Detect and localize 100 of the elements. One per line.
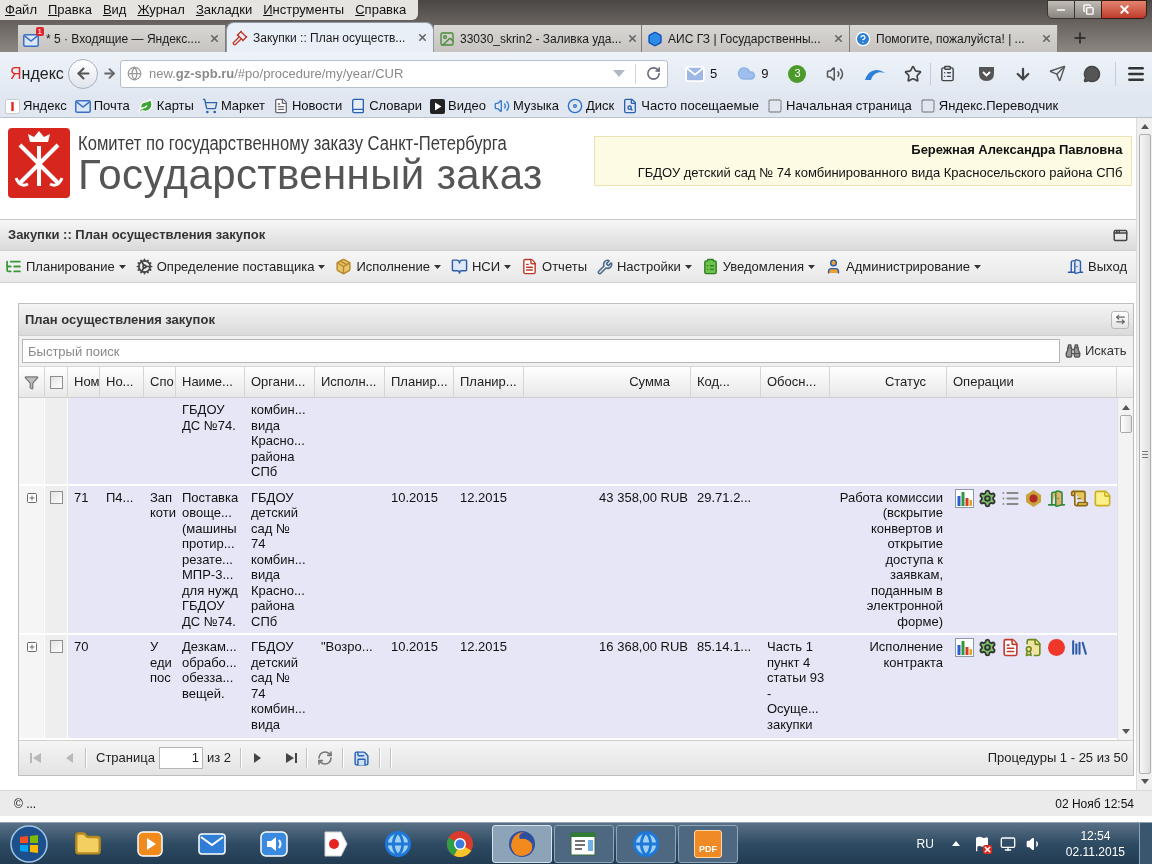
close-icon[interactable]: [833, 33, 844, 44]
next-page-icon[interactable]: [251, 752, 263, 764]
browser-tab[interactable]: 1 * 5 · Входящие — Яндекс....: [18, 25, 226, 52]
flag-icon[interactable]: [973, 835, 990, 852]
taskbar-app[interactable]: [554, 824, 614, 863]
column-header[interactable]: Обосн...: [761, 367, 830, 397]
refresh-button[interactable]: [1111, 310, 1129, 329]
scrollbar[interactable]: [1117, 398, 1133, 740]
network-icon[interactable]: [999, 835, 1016, 852]
exit-button[interactable]: Выход: [1067, 256, 1127, 277]
menu-item[interactable]: Вид: [102, 2, 127, 18]
scroll-up-icon[interactable]: [1121, 405, 1130, 410]
menu-item[interactable]: Журнал: [137, 2, 185, 18]
door-icon[interactable]: [1047, 488, 1066, 508]
bookmark[interactable]: Яндекс.Переводчик: [919, 96, 1059, 116]
menu-button[interactable]: Уведомления: [701, 256, 816, 277]
language-indicator[interactable]: RU: [916, 834, 934, 853]
books-icon[interactable]: [1070, 638, 1089, 657]
column-header[interactable]: Код...: [691, 367, 761, 397]
bookmark[interactable]: Маркет: [201, 96, 265, 116]
checkbox[interactable]: [49, 490, 63, 504]
chat-icon[interactable]: [1083, 64, 1102, 83]
bookmark[interactable]: Видео: [430, 96, 487, 116]
menu-button[interactable]: НСИ: [450, 256, 512, 277]
bookmark[interactable]: Начальная страница: [767, 96, 912, 116]
page-field[interactable]: 1: [158, 747, 203, 769]
column-header[interactable]: Планир...: [385, 367, 454, 397]
refresh-icon[interactable]: [317, 750, 333, 766]
bookmark[interactable]: Словари: [350, 96, 423, 116]
table-row[interactable]: [19, 485, 1117, 635]
scrollbar-thumb[interactable]: [1119, 415, 1132, 433]
column-header[interactable]: Органи...: [245, 367, 315, 397]
close-icon[interactable]: [1041, 33, 1052, 44]
address-field[interactable]: new.gz-spb.ru/#po/procedure/my/year/CUR: [120, 59, 668, 88]
restore-button[interactable]: [1075, 0, 1101, 19]
checkbox[interactable]: [49, 640, 63, 653]
new-tab-icon[interactable]: [1072, 30, 1088, 46]
bookmark[interactable]: Карты: [137, 96, 194, 116]
bookmark[interactable]: Музыка: [494, 96, 560, 116]
expand-icon[interactable]: [25, 641, 38, 653]
show-hidden-icon[interactable]: [951, 841, 960, 846]
back-button[interactable]: [68, 58, 98, 89]
column-header[interactable]: Операции: [947, 367, 1117, 397]
browser-tab[interactable]: АИС ГЗ | Государственны...: [642, 25, 850, 52]
certificate-icon[interactable]: [1024, 638, 1043, 657]
column-header[interactable]: Спо: [144, 367, 176, 397]
browser-tab[interactable]: Помогите, пожалуйста! | ...: [850, 25, 1058, 52]
menu-button[interactable]: Исполнение: [335, 256, 441, 277]
filter-icon[interactable]: [24, 374, 39, 390]
reload-icon[interactable]: [646, 66, 661, 81]
menu-button[interactable]: Определение поставщика: [135, 256, 326, 277]
expand-icon[interactable]: [25, 491, 38, 504]
maximize-button[interactable]: [1113, 228, 1128, 242]
close-button[interactable]: [1101, 0, 1147, 19]
menu-item[interactable]: Правка: [47, 2, 92, 18]
page-scrollbar[interactable]: [1136, 118, 1152, 790]
menu-button[interactable]: Администрирование: [825, 256, 981, 277]
scroll-up-icon[interactable]: [1140, 124, 1149, 129]
menu-item[interactable]: Справка: [355, 2, 407, 18]
minimize-button[interactable]: [1047, 0, 1075, 19]
close-icon[interactable]: [626, 33, 638, 44]
clipboard-icon[interactable]: [939, 65, 957, 82]
show-desktop-button[interactable]: [1139, 823, 1152, 864]
scroll-icon[interactable]: [1070, 488, 1089, 508]
close-icon[interactable]: [417, 32, 428, 43]
clock-date[interactable]: 02.11.2015: [1065, 843, 1125, 860]
save-icon[interactable]: [353, 749, 370, 767]
bookmark[interactable]: Новости: [272, 96, 343, 116]
column-header[interactable]: Исполн...: [315, 367, 385, 397]
menu-item[interactable]: Инструменты: [263, 2, 345, 18]
menu-item[interactable]: Закладки: [195, 2, 253, 18]
browser-tab[interactable]: 33030_skrin2 - Заливка уда...: [434, 25, 642, 52]
checkbox[interactable]: [49, 375, 63, 389]
scrollbar-thumb[interactable]: [1138, 134, 1151, 774]
menu-button[interactable]: Отчеты: [521, 256, 587, 277]
column-header[interactable]: Планир...: [454, 367, 524, 397]
record-icon[interactable]: [1047, 638, 1066, 657]
scroll-down-icon[interactable]: [1121, 729, 1130, 734]
gear-icon[interactable]: [978, 638, 997, 657]
bookmark[interactable]: Яндекс: [5, 96, 67, 116]
column-header[interactable]: Статус: [830, 367, 947, 397]
brand-logo[interactable]: Яндекс: [10, 61, 62, 86]
scroll-down-icon[interactable]: [1140, 779, 1149, 784]
column-header[interactable]: Ном: [68, 367, 100, 397]
gear-icon[interactable]: [978, 488, 997, 508]
emblem-icon[interactable]: [1024, 488, 1043, 508]
browser-tab[interactable]: Закупки :: План осуществ...: [226, 22, 434, 52]
shield-chevron-icon[interactable]: [978, 65, 996, 82]
clock-time[interactable]: 12:54: [1080, 827, 1111, 844]
column-header[interactable]: Но...: [100, 367, 144, 397]
bookmark[interactable]: Почта: [74, 96, 130, 116]
column-header[interactable]: Сумма: [524, 367, 691, 397]
menu-button[interactable]: Планирование: [5, 256, 126, 277]
last-page-icon[interactable]: [285, 752, 297, 764]
menu-button[interactable]: Настройки: [597, 256, 692, 277]
search-field[interactable]: Быстрый поиск: [22, 339, 1060, 363]
close-icon[interactable]: [209, 33, 220, 44]
bookmark[interactable]: Часто посещаемые: [622, 96, 760, 116]
bookmark[interactable]: Диск: [567, 96, 615, 116]
table-row[interactable]: ГБДОУ ДС №74. комбин... вида Красно... района СПб: [19, 398, 1117, 486]
